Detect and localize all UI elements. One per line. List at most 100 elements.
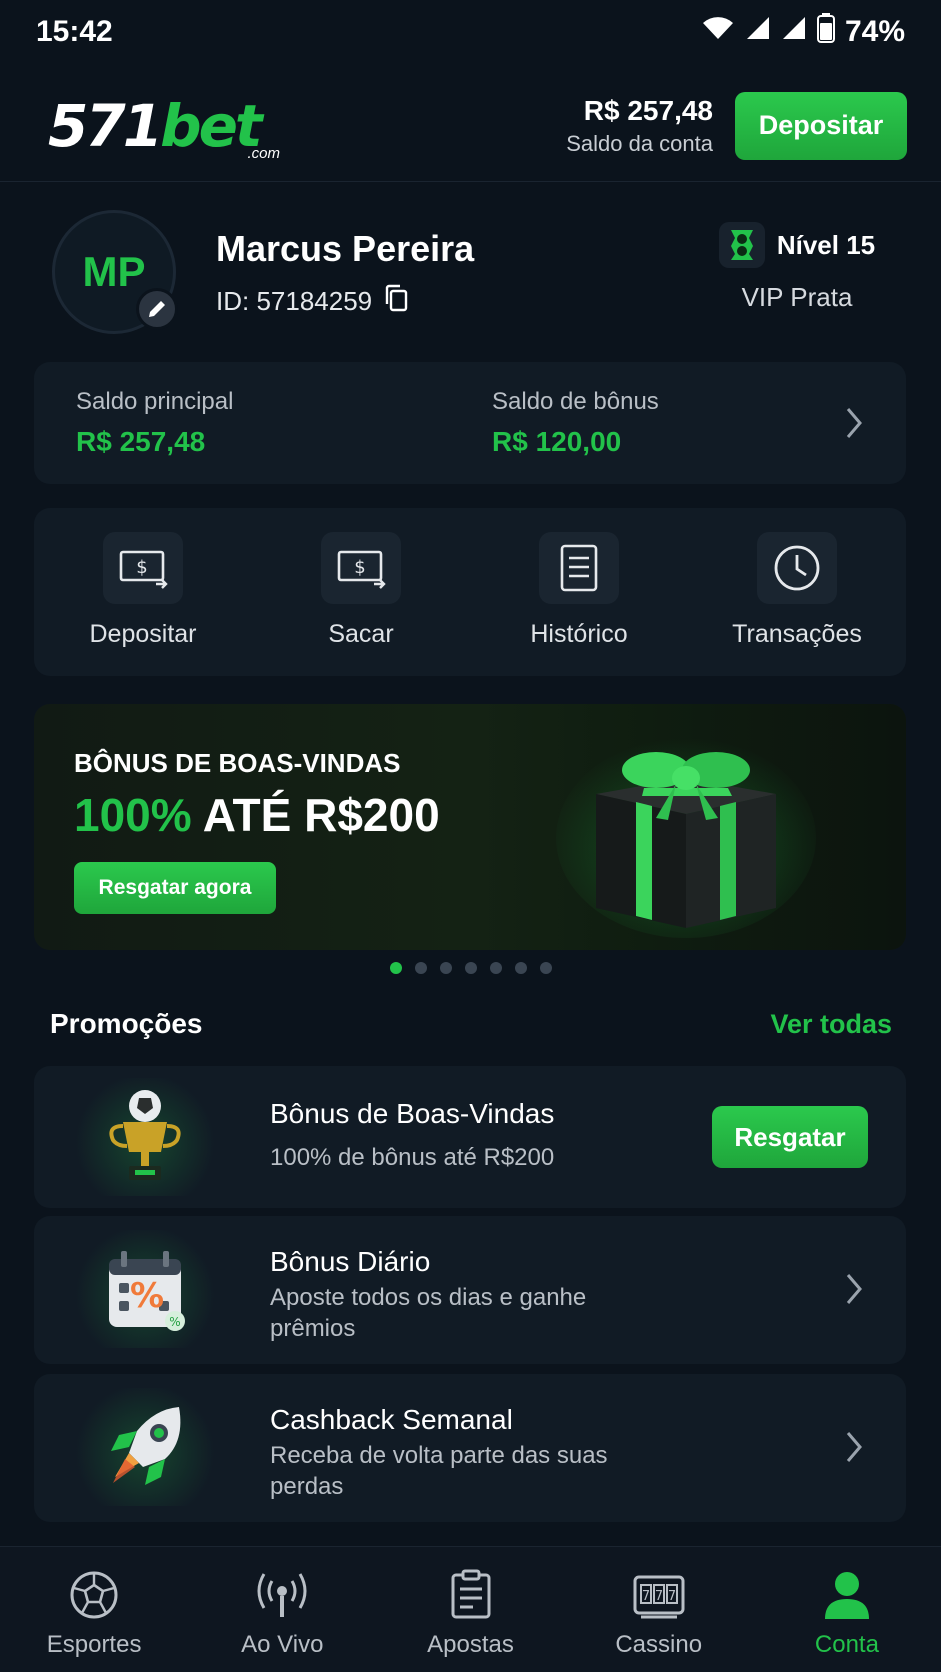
nav-casino-label: Cassino (615, 1631, 703, 1658)
promo-description: Aposte todos os dias e ganhe prêmios (270, 1284, 587, 1342)
copy-icon[interactable] (384, 284, 408, 319)
carousel-dot[interactable] (414, 962, 427, 974)
banner-carousel-dots (0, 962, 941, 974)
nav-account[interactable]: Conta (753, 1547, 941, 1672)
svg-text:%: % (169, 1315, 180, 1329)
balances-card[interactable]: Saldo principal R$ 257,48 Saldo de bônus… (34, 362, 906, 484)
promo-name: Bônus de Boas-Vindas (270, 1098, 555, 1129)
vip-level[interactable]: Nível 15 VIP Prata (717, 222, 877, 313)
carousel-dot[interactable] (439, 962, 452, 974)
betslip-icon (451, 1569, 490, 1619)
nav-sports[interactable]: Esportes (0, 1547, 188, 1672)
balance-amount: R$ 257,48 (583, 94, 713, 126)
chevron-right-icon (844, 1430, 864, 1469)
wifi-icon (701, 15, 735, 49)
nav-live-label: Ao Vivo (241, 1631, 324, 1658)
carousel-dot[interactable] (514, 962, 527, 974)
action-transactions[interactable]: Transações (688, 508, 906, 676)
carousel-dot[interactable] (489, 962, 502, 974)
svg-text:7: 7 (655, 1589, 663, 1604)
status-icons: 74% (701, 13, 905, 51)
app-header: 571bet .com R$ 257,48 Saldo da conta Dep… (0, 70, 941, 182)
bonus-balance-label: Saldo de bônus (492, 388, 659, 415)
soccer-ball-icon (70, 1571, 118, 1619)
bonus-balance-value: R$ 120,00 (492, 426, 622, 457)
carousel-dot[interactable] (464, 962, 477, 974)
deposit-button[interactable]: Depositar (735, 91, 907, 160)
carousel-dot[interactable] (539, 962, 552, 974)
calendar-percent-icon: % % (70, 1230, 220, 1348)
promotions-header: Promoções Ver todas (50, 1008, 892, 1040)
battery-percent: 74% (844, 15, 905, 48)
user-name: Marcus Pereira (216, 228, 475, 269)
nav-bets-label: Apostas (427, 1631, 514, 1658)
promo-description: 100% de bônus até R$200 (270, 1144, 555, 1171)
bottom-navigation: Esportes Ao Vivo Apostas 777 Cassino Con… (0, 1546, 941, 1672)
promo-welcome-bonus[interactable]: Bônus de Boas-Vindas 100% de bônus até R… (34, 1066, 906, 1208)
status-time: 15:42 (36, 15, 113, 48)
main-balance-value: R$ 257,48 (76, 426, 206, 457)
vip-level-label: Nível 15 (776, 229, 876, 260)
action-history-label: Histórico (530, 620, 628, 648)
quick-actions: $ Depositar $ Sacar Histórico Transações (34, 508, 906, 676)
promotions-title: Promoções (50, 1008, 203, 1039)
banner-subtitle: BÔNUS DE BOAS-VINDAS (74, 748, 401, 778)
vip-badge-icon (718, 222, 765, 268)
account-balance: R$ 257,48 Saldo da conta (566, 95, 713, 157)
gift-box-icon (556, 718, 816, 943)
action-transactions-label: Transações (732, 620, 862, 648)
promo-weekly-cashback[interactable]: Cashback Semanal Receba de volta parte d… (34, 1374, 906, 1522)
rocket-icon (70, 1388, 220, 1506)
signal-icon-2 (781, 15, 807, 49)
nav-bets[interactable]: Apostas (376, 1547, 564, 1672)
svg-text:%: % (130, 1276, 164, 1316)
action-deposit[interactable]: $ Depositar (34, 508, 252, 676)
see-all-link[interactable]: Ver todas (770, 1009, 892, 1040)
clock-icon (757, 532, 837, 604)
slot-machine-icon: 777 (633, 1575, 685, 1619)
banner-title-highlight: 100% (74, 789, 192, 841)
svg-text:$: $ (136, 557, 147, 578)
svg-text:$: $ (354, 557, 365, 578)
bonus-balance: Saldo de bônus R$ 120,00 (492, 388, 659, 458)
svg-text:7: 7 (668, 1589, 676, 1604)
nav-sports-label: Esportes (46, 1631, 142, 1658)
edit-avatar-button[interactable] (136, 288, 178, 330)
welcome-bonus-banner[interactable]: BÔNUS DE BOAS-VINDAS 100% ATÉ R$200 Resg… (34, 704, 906, 950)
action-withdraw-label: Sacar (328, 620, 394, 648)
user-id: ID: 57184259 (216, 286, 373, 316)
nav-casino[interactable]: 777 Cassino (565, 1547, 753, 1672)
claim-button[interactable]: Resgatar (712, 1106, 868, 1168)
main-balance: Saldo principal R$ 257,48 (76, 388, 233, 458)
status-bar: 15:42 74% (0, 0, 941, 64)
vip-tier-label: VIP Prata (741, 282, 853, 312)
brand-logo[interactable]: 571bet .com (48, 86, 288, 166)
nav-account-label: Conta (814, 1631, 879, 1658)
chevron-right-icon (844, 1272, 864, 1311)
withdraw-icon: $ (321, 532, 401, 604)
carousel-dot[interactable] (389, 962, 402, 974)
nav-live[interactable]: Ao Vivo (188, 1547, 376, 1672)
promo-name: Cashback Semanal (270, 1404, 513, 1435)
live-broadcast-icon (257, 1573, 307, 1617)
signal-icon (745, 15, 771, 49)
logo-text-domain: .com (247, 144, 280, 162)
banner-title: 100% ATÉ R$200 (74, 788, 440, 842)
chevron-right-icon (844, 406, 864, 445)
logo-text-number: 571 (48, 91, 163, 160)
profile-section: MP Marcus Pereira ID: 57184259 Nível 15 … (0, 200, 941, 340)
claim-now-button[interactable]: Resgatar agora (74, 862, 276, 914)
banner-title-rest: ATÉ R$200 (191, 789, 440, 841)
pencil-icon (149, 301, 165, 317)
promo-daily-bonus[interactable]: % % Bônus Diário Aposte todos os dias e … (34, 1216, 906, 1364)
main-balance-label: Saldo principal (76, 388, 234, 415)
action-withdraw[interactable]: $ Sacar (252, 508, 470, 676)
deposit-icon: $ (103, 532, 183, 604)
action-deposit-label: Depositar (89, 620, 197, 648)
user-id-row: ID: 57184259 (216, 284, 408, 319)
history-icon (539, 532, 619, 604)
trophy-icon (70, 1078, 220, 1196)
logo-text-bet: bet (160, 91, 263, 160)
action-history[interactable]: Histórico (470, 508, 688, 676)
balance-label: Saldo da conta (566, 130, 713, 156)
